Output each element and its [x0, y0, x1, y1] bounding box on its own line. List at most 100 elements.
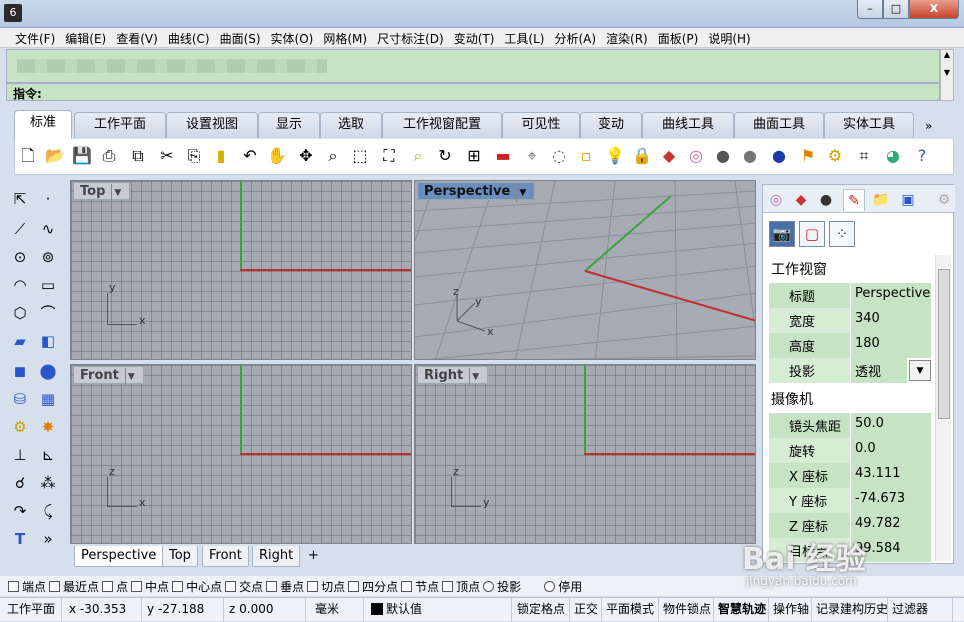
- arc-icon[interactable]: ◠: [8, 274, 32, 296]
- cut-icon[interactable]: ✂: [156, 145, 178, 167]
- osnap-perp[interactable]: 垂点: [266, 576, 304, 596]
- viewport-tab-front[interactable]: Front: [202, 546, 249, 567]
- chevron-down-icon[interactable]: ▼: [909, 360, 931, 381]
- prop-row-width[interactable]: 宽度 340: [769, 308, 931, 333]
- mesh-icon[interactable]: ▦: [36, 388, 60, 410]
- menu-panels[interactable]: 面板(P): [653, 28, 704, 48]
- command-line[interactable]: 指令:: [6, 83, 940, 101]
- ellipse-icon[interactable]: ⊚: [36, 246, 60, 268]
- status-units[interactable]: 毫米: [312, 598, 364, 622]
- text-tool-icon[interactable]: T: [8, 528, 32, 550]
- minimize-button[interactable]: –: [857, 0, 883, 19]
- tab-curve-tools[interactable]: 曲线工具: [642, 112, 734, 138]
- status-ortho[interactable]: 正交: [571, 598, 602, 622]
- camera-icon[interactable]: 📷: [769, 221, 795, 247]
- viewport-top[interactable]: Top ▼ y x: [70, 180, 412, 360]
- open-icon[interactable]: 📂: [44, 145, 66, 167]
- osnap-knot[interactable]: 节点: [401, 576, 439, 596]
- layer-icon[interactable]: ◆: [658, 145, 680, 167]
- zoom-icon[interactable]: ⌕: [322, 145, 344, 167]
- add-viewport-button[interactable]: +: [302, 546, 325, 567]
- circle-icon[interactable]: ◌: [548, 145, 570, 167]
- select-arrow-icon[interactable]: ⇱: [8, 188, 32, 210]
- viewport-frame-icon[interactable]: ▢: [799, 221, 825, 247]
- osnap-point[interactable]: 点: [102, 576, 128, 596]
- polygon-icon[interactable]: ⬡: [8, 302, 32, 324]
- prop-value[interactable]: 43.111: [851, 463, 931, 488]
- shaded-sphere-icon[interactable]: ●: [739, 145, 761, 167]
- prop-value[interactable]: -74.673: [851, 488, 931, 513]
- folder-icon[interactable]: 📁: [870, 189, 892, 211]
- import-icon[interactable]: ⧉: [127, 145, 149, 167]
- viewport-tab-right[interactable]: Right: [252, 546, 301, 567]
- spheres-icon[interactable]: ⁘: [829, 221, 855, 247]
- blue-sphere-icon[interactable]: ●: [768, 145, 790, 167]
- dimension-tool-icon[interactable]: ⊥: [8, 444, 32, 466]
- properties-tab-icon[interactable]: ✎: [843, 189, 865, 211]
- tab-visibility[interactable]: 可见性: [502, 112, 580, 138]
- color-wheel-icon[interactable]: ◎: [765, 189, 787, 211]
- viewport-perspective[interactable]: Perspective ▼ z y x: [414, 180, 756, 360]
- scroll-thumb[interactable]: [938, 269, 950, 419]
- paste-icon[interactable]: ▮: [210, 145, 232, 167]
- osnap-near[interactable]: 最近点: [49, 576, 99, 596]
- circle-tool-icon[interactable]: ⊙: [8, 246, 32, 268]
- sphere-solid-icon[interactable]: ⬤: [36, 360, 60, 382]
- flag-icon[interactable]: ⚑: [797, 145, 819, 167]
- surface-icon[interactable]: ▰: [8, 330, 32, 352]
- viewport-right[interactable]: Right ▼ z y: [414, 364, 756, 544]
- menu-file[interactable]: 文件(F): [10, 28, 60, 48]
- status-cplane[interactable]: 工作平面: [4, 598, 62, 622]
- zoom-window-icon[interactable]: ⬚: [349, 145, 371, 167]
- menu-mesh[interactable]: 网格(M): [318, 28, 372, 48]
- help-panel-icon[interactable]: ▣: [897, 189, 919, 211]
- prop-value[interactable]: 50.0: [851, 413, 931, 438]
- trim-icon[interactable]: ↷: [8, 500, 32, 522]
- prop-value[interactable]: 340: [851, 308, 931, 333]
- osnap-quad[interactable]: 四分点: [348, 576, 398, 596]
- render-sphere-icon[interactable]: ●: [712, 145, 734, 167]
- layer-icon[interactable]: ◆: [790, 189, 812, 211]
- osnap-intersection[interactable]: 交点: [225, 576, 263, 596]
- prop-row-y[interactable]: Y 座标 -74.673: [769, 488, 931, 513]
- dimension-icon[interactable]: ⌖: [521, 145, 543, 167]
- curve-icon[interactable]: ∿: [36, 218, 60, 240]
- menu-surface[interactable]: 曲面(S): [215, 28, 266, 48]
- tab-transform[interactable]: 变动: [580, 112, 642, 138]
- viewport-perspective-label[interactable]: Perspective ▼: [417, 182, 536, 202]
- prop-row-projection[interactable]: 投影 透视 ▼: [769, 358, 931, 383]
- projection-select[interactable]: 透视: [851, 358, 907, 383]
- osnap-mid[interactable]: 中点: [131, 576, 169, 596]
- menu-help[interactable]: 说明(H): [703, 28, 755, 48]
- status-planar[interactable]: 平面模式: [603, 598, 659, 622]
- viewport-top-label[interactable]: Top ▼: [73, 182, 131, 202]
- menu-view[interactable]: 查看(V): [111, 28, 163, 48]
- polyline-icon[interactable]: ⟋: [8, 218, 32, 240]
- prop-row-title[interactable]: 标题 Perspective: [769, 283, 931, 308]
- viewport-front[interactable]: Front ▼ z x: [70, 364, 412, 544]
- more-tools-icon[interactable]: »: [36, 528, 60, 550]
- panel-settings-icon[interactable]: ⚙: [933, 189, 955, 211]
- status-grid-snap[interactable]: 锁定格点: [514, 598, 570, 622]
- grid-snap-icon[interactable]: ⌗: [853, 145, 875, 167]
- tab-viewport-layout[interactable]: 工作视窗配置: [382, 112, 502, 138]
- osnap-project[interactable]: 投影: [483, 576, 521, 596]
- new-icon[interactable]: 🗋: [17, 145, 39, 167]
- save-icon[interactable]: 💾: [71, 145, 93, 167]
- viewport-front-label[interactable]: Front ▼: [73, 366, 144, 386]
- material-sphere-icon[interactable]: ●: [815, 189, 837, 211]
- help-icon[interactable]: ?: [911, 145, 933, 167]
- osnap-end[interactable]: 端点: [8, 576, 46, 596]
- prop-row-height[interactable]: 高度 180: [769, 333, 931, 358]
- status-layer[interactable]: 默认值: [368, 598, 512, 622]
- osnap-tangent[interactable]: 切点: [307, 576, 345, 596]
- menu-tools[interactable]: 工具(L): [499, 28, 549, 48]
- menu-solid[interactable]: 实体(O): [266, 28, 319, 48]
- car-icon[interactable]: ▬: [492, 145, 514, 167]
- prop-value[interactable]: 0.0: [851, 438, 931, 463]
- maximize-button[interactable]: □: [883, 0, 909, 19]
- tab-cplanes[interactable]: 工作平面: [74, 112, 166, 138]
- status-osnap[interactable]: 物件锁点: [660, 598, 714, 622]
- split-icon[interactable]: ⤹: [36, 500, 60, 522]
- transform-gear-icon[interactable]: ⚙: [8, 416, 32, 438]
